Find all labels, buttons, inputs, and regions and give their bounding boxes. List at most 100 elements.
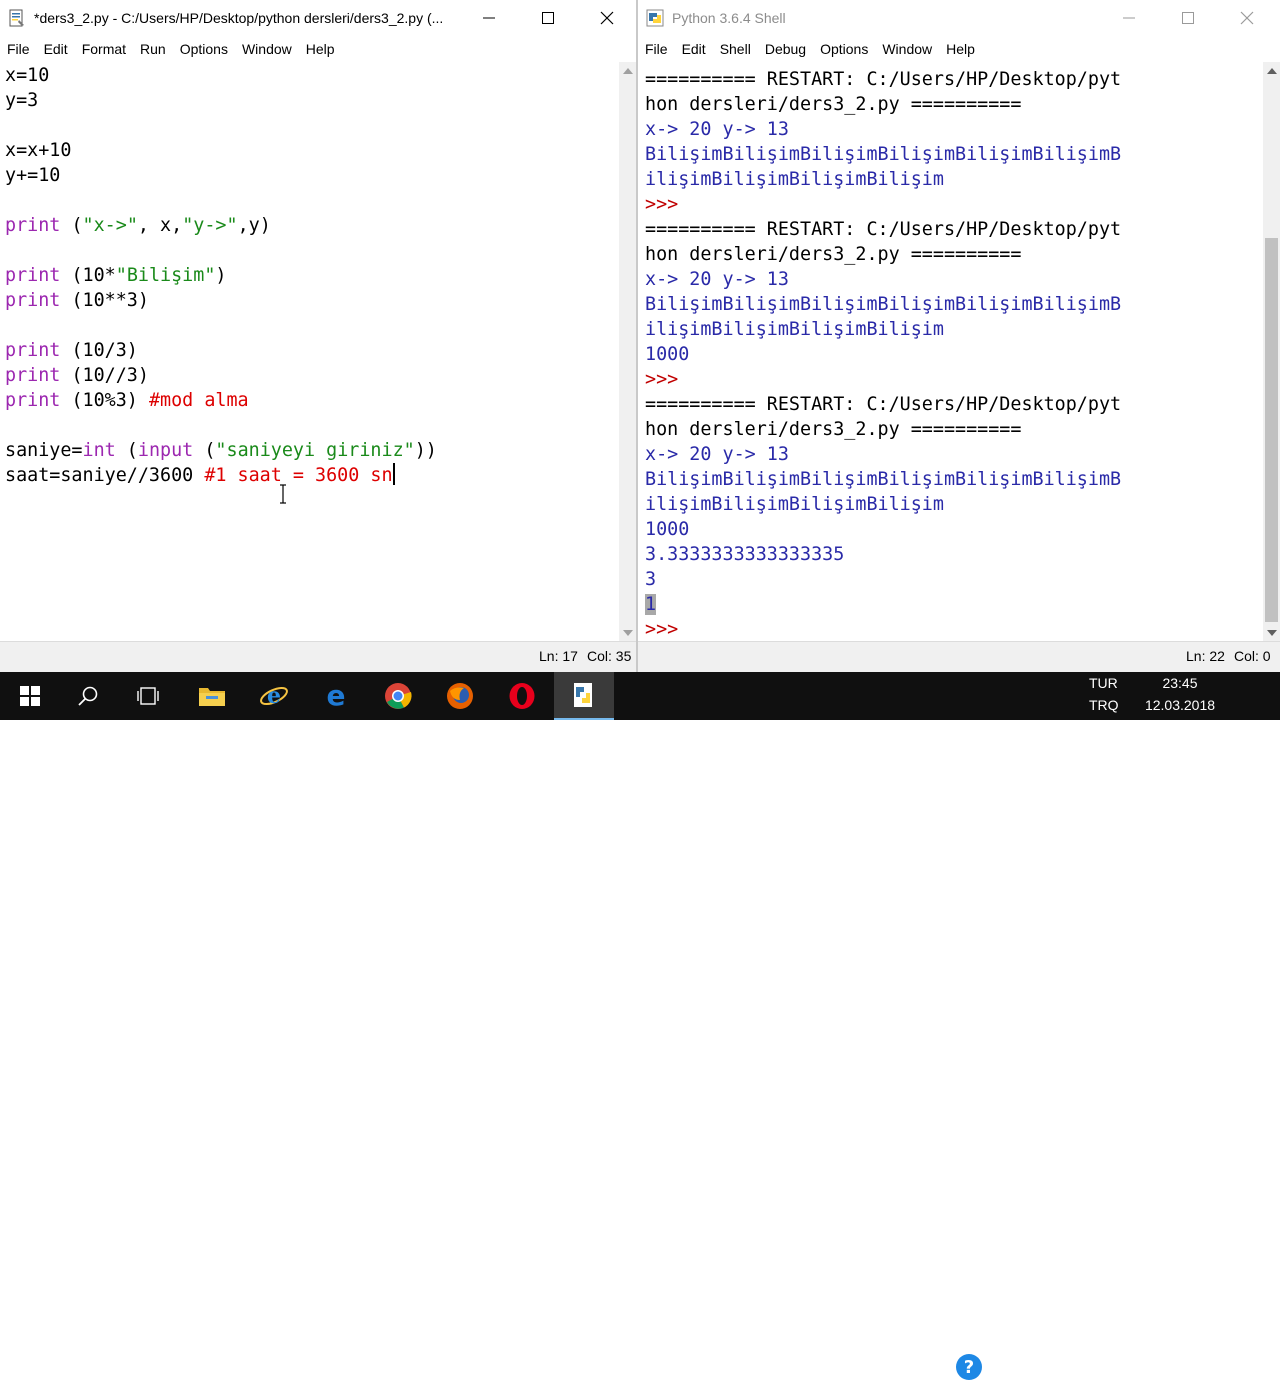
firefox-button[interactable] — [430, 672, 490, 720]
menu-window[interactable]: Window — [235, 37, 299, 61]
chrome-button[interactable] — [368, 672, 428, 720]
keyword-print: print — [5, 390, 61, 411]
menu-debug[interactable]: Debug — [758, 37, 813, 61]
python-shell-icon — [646, 9, 664, 27]
output-line: 3.3333333333333335 — [645, 544, 845, 565]
restart-banner: hon dersleri/ders3_2.py ========== — [645, 419, 1022, 440]
shell-output-area[interactable]: ========== RESTART: C:/Users/HP/Desktop/… — [645, 67, 1121, 642]
clock-date[interactable]: 12.03.2018 — [1140, 697, 1220, 713]
shell-prompt: >>> — [645, 194, 679, 215]
edge-icon: e — [327, 682, 346, 710]
close-button[interactable] — [584, 0, 630, 36]
editor-menubar: File Edit Format Run Options Window Help — [0, 37, 636, 61]
minimize-icon — [1123, 17, 1135, 19]
taskbar: e e ? TUR TRQ 23:45 12.03.2018 — [0, 672, 1280, 1380]
code-token: (10/3) — [60, 340, 138, 361]
task-view-button[interactable] — [118, 672, 178, 720]
restart-banner: ========== RESTART: C:/Users/HP/Desktop/… — [645, 69, 1122, 90]
python-file-icon — [9, 9, 24, 27]
notifications-icon[interactable] — [1226, 1356, 1248, 1376]
code-token: saniye= — [5, 440, 83, 461]
scroll-up-arrow-icon[interactable] — [1267, 68, 1277, 74]
shell-scrollbar[interactable] — [1263, 62, 1280, 642]
folder-icon — [199, 688, 225, 706]
svg-text:e: e — [327, 682, 346, 710]
edge-button[interactable]: e — [306, 672, 366, 720]
scroll-thumb[interactable] — [1265, 238, 1278, 622]
menu-help[interactable]: Help — [299, 37, 342, 61]
chevron-up-icon[interactable] — [996, 1360, 1012, 1374]
scroll-down-arrow-icon[interactable] — [623, 630, 633, 636]
editor-titlebar[interactable]: *ders3_2.py - C:/Users/HP/Desktop/python… — [0, 0, 636, 36]
volume-icon[interactable] — [1054, 1356, 1076, 1376]
internet-explorer-icon: e — [260, 683, 288, 709]
minimize-button[interactable] — [466, 0, 512, 36]
code-token: (10//3) — [60, 365, 149, 386]
keyword-print: print — [5, 365, 61, 386]
scroll-down-arrow-icon[interactable] — [1267, 630, 1277, 636]
code-comment: #mod alma — [148, 390, 249, 411]
code-comment: #1 saat = 3600 sn — [204, 465, 393, 486]
editor-window: *ders3_2.py - C:/Users/HP/Desktop/python… — [0, 0, 636, 672]
scroll-up-arrow-icon[interactable] — [623, 68, 633, 74]
menu-shell[interactable]: Shell — [713, 37, 758, 61]
output-line: 1000 — [645, 344, 690, 365]
code-line: x=x+10 — [5, 140, 72, 161]
start-button[interactable] — [0, 672, 60, 720]
editor-statusbar: Ln: 17 Col: 35 — [0, 641, 636, 672]
file-explorer-button[interactable] — [182, 672, 242, 720]
editor-scrollbar[interactable] — [619, 62, 636, 642]
line-number: Ln: 17 — [539, 648, 578, 664]
column-number: Col: 0 — [1234, 648, 1271, 664]
internet-explorer-button[interactable]: e — [244, 672, 304, 720]
close-icon — [600, 11, 614, 25]
search-button[interactable] — [58, 672, 118, 720]
code-token: ( — [193, 440, 216, 461]
help-icon[interactable]: ? — [955, 1353, 983, 1381]
svg-text:e: e — [267, 683, 281, 709]
ibeam-cursor-icon — [280, 484, 286, 504]
code-token: ( — [60, 215, 83, 236]
menu-edit[interactable]: Edit — [675, 37, 713, 61]
keyword-print: print — [5, 290, 61, 311]
minimize-button[interactable] — [1106, 0, 1152, 36]
menu-format[interactable]: Format — [75, 37, 133, 61]
menu-options[interactable]: Options — [173, 37, 235, 61]
python-idle-icon — [574, 683, 592, 707]
output-line: BilişimBilişimBilişimBilişimBilişimBiliş… — [645, 469, 1122, 490]
string-literal: "x->" — [82, 215, 138, 236]
keyword-print: print — [5, 265, 61, 286]
opera-icon — [509, 683, 535, 709]
output-line-selected: 1 — [645, 594, 657, 615]
shell-statusbar: Ln: 22 Col: 0 — [638, 641, 1280, 672]
menu-help[interactable]: Help — [939, 37, 982, 61]
clock-time[interactable]: 23:45 — [1148, 675, 1212, 691]
string-literal: "saniyeyi giriniz" — [215, 440, 415, 461]
menu-file[interactable]: File — [638, 37, 675, 61]
menu-file[interactable]: File — [0, 37, 37, 61]
output-line: x-> 20 y-> 13 — [645, 269, 789, 290]
keyword-input: input — [137, 440, 194, 461]
close-icon — [1240, 11, 1254, 25]
windows-logo-icon — [20, 686, 40, 706]
menu-options[interactable]: Options — [813, 37, 875, 61]
menu-edit[interactable]: Edit — [37, 37, 75, 61]
code-editor-text-area[interactable]: x=10 y=3 x=x+10 y+=10 print ("x->", x,"y… — [5, 63, 437, 488]
maximize-button[interactable] — [525, 0, 571, 36]
opera-button[interactable] — [492, 672, 552, 720]
input-language-bottom[interactable]: TRQ — [1089, 697, 1119, 713]
maximize-icon — [1182, 12, 1194, 24]
shell-titlebar[interactable]: Python 3.6.4 Shell — [638, 0, 1280, 36]
restart-banner: ========== RESTART: C:/Users/HP/Desktop/… — [645, 219, 1122, 240]
string-literal: "Bilişim" — [115, 265, 216, 286]
close-button[interactable] — [1224, 0, 1270, 36]
maximize-button[interactable] — [1165, 0, 1211, 36]
text-cursor — [392, 463, 395, 485]
input-language-top[interactable]: TUR — [1089, 675, 1118, 691]
keyword-print: print — [5, 340, 61, 361]
wifi-icon[interactable] — [1026, 1356, 1048, 1376]
menu-window[interactable]: Window — [875, 37, 939, 61]
python-idle-button[interactable] — [554, 672, 614, 720]
menu-run[interactable]: Run — [133, 37, 173, 61]
output-line: ilişimBilişimBilişimBilişim — [645, 169, 944, 190]
